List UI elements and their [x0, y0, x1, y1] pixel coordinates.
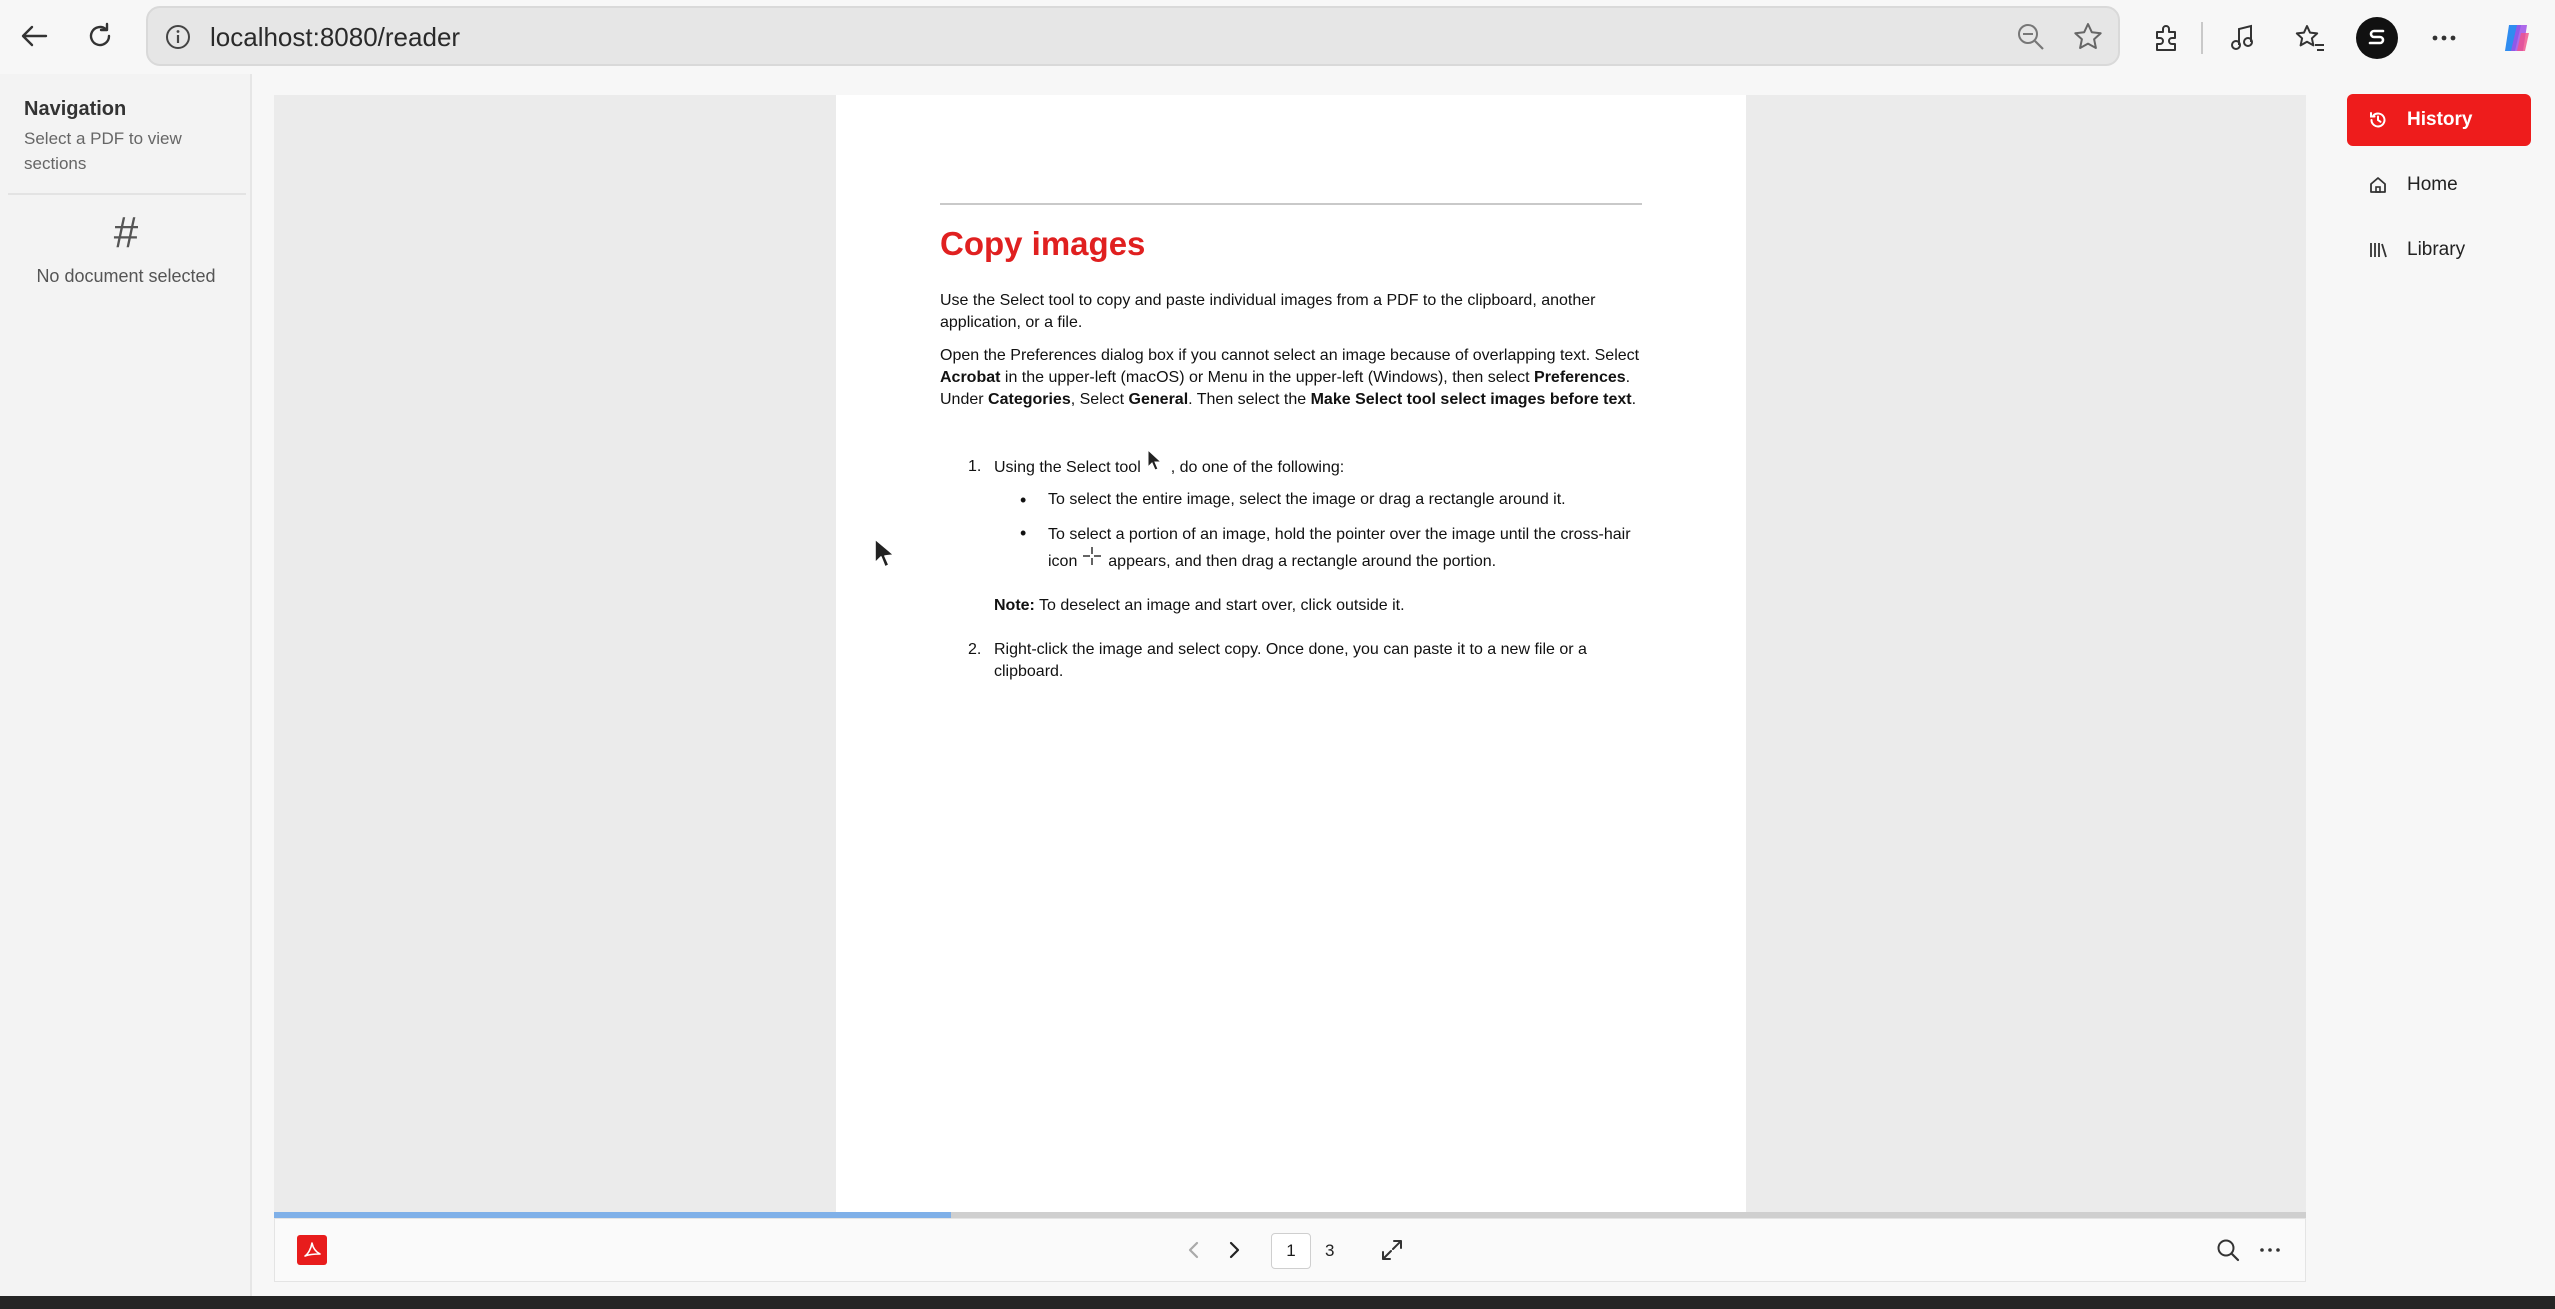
- home-icon: [2367, 174, 2389, 196]
- step-1-text-b: , do one of the following:: [1170, 459, 1345, 476]
- history-icon: [2367, 109, 2389, 131]
- step-1-number: 1.: [968, 458, 982, 475]
- search-icon[interactable]: [2215, 1237, 2241, 1268]
- zoom-out-icon[interactable]: [2016, 22, 2046, 57]
- profile-logo-icon: [2368, 29, 2385, 45]
- note: Note: To deselect an image and start ove…: [994, 595, 1405, 617]
- document-heading: Copy images: [940, 225, 1146, 262]
- para2-text-c: in the upper-left (macOS) or Menu in the…: [1000, 369, 1535, 386]
- para2-text-i: . Then select the: [1188, 391, 1311, 408]
- no-document-message: No document selected: [36, 266, 216, 286]
- profile-avatar[interactable]: [2356, 17, 2398, 59]
- site-info-icon[interactable]: [164, 23, 192, 56]
- current-page-input[interactable]: 1: [1271, 1233, 1311, 1269]
- para2-text-g: , Select: [1070, 391, 1129, 408]
- bullet-2-dot: •: [1020, 523, 1027, 543]
- step-1-text: Using the Select tool , do one of the fol…: [994, 448, 1345, 479]
- step-1-text-a: Using the Select tool: [994, 459, 1141, 476]
- note-text: To deselect an image and start over, cli…: [1034, 597, 1405, 614]
- history-label: History: [2407, 109, 2473, 130]
- total-pages: 3: [1325, 1241, 1335, 1260]
- mouse-cursor-icon: [874, 538, 895, 568]
- paragraph-preferences: Open the Preferences dialog box if you c…: [940, 345, 1642, 411]
- back-arrow-icon: [21, 25, 48, 47]
- library-button[interactable]: Library: [2347, 224, 2531, 276]
- navigation-title: Navigation: [24, 98, 127, 120]
- navigation-divider: [8, 193, 246, 195]
- library-icon: [2367, 239, 2389, 261]
- extensions-icon[interactable]: [2146, 18, 2186, 58]
- bullet-1-text: To select the entire image, select the i…: [1048, 491, 1566, 508]
- copilot-icon[interactable]: [2496, 18, 2536, 58]
- bullet-2-text: To select a portion of an image, hold th…: [1048, 521, 1642, 575]
- favorite-star-icon[interactable]: [2072, 21, 2104, 58]
- step-2-number: 2.: [968, 641, 982, 658]
- pdf-logo-icon: [297, 1235, 327, 1265]
- library-label: Library: [2407, 239, 2466, 260]
- navigation-subtitle: Select a PDF to view sections: [24, 129, 182, 173]
- pdf-page[interactable]: Copy images Use the Select tool to copy …: [836, 95, 1746, 1212]
- favorites-icon[interactable]: [2290, 18, 2330, 58]
- reader-toolbar: 1 3: [274, 1218, 2306, 1282]
- previous-page-icon[interactable]: [1181, 1237, 1207, 1268]
- history-button[interactable]: History: [2347, 94, 2531, 146]
- step-2-text: Right-click the image and select copy. O…: [994, 641, 1587, 680]
- reload-icon: [89, 22, 111, 47]
- hash-icon: #: [113, 208, 139, 257]
- more-menu-icon[interactable]: [2424, 18, 2464, 58]
- browser-toolbar: localhost:8080/reader: [0, 0, 2555, 74]
- cross-hair-icon: [1082, 547, 1104, 566]
- para2-categories: Categories: [988, 391, 1071, 408]
- paragraph-intro: Use the Select tool to copy and paste in…: [940, 292, 1596, 331]
- back-button[interactable]: [12, 14, 56, 58]
- home-label: Home: [2407, 174, 2458, 195]
- bullet-2-text-b: appears, and then drag a rectangle aroun…: [1108, 553, 1497, 570]
- page-rule: [940, 203, 1642, 205]
- para2-acrobat: Acrobat: [940, 369, 1001, 386]
- next-page-icon[interactable]: [1221, 1237, 1247, 1268]
- fullscreen-icon[interactable]: [1379, 1237, 1405, 1268]
- taskbar-edge: [0, 1296, 2555, 1309]
- para2-preferences: Preferences: [1534, 369, 1626, 386]
- select-tool-icon: [1141, 448, 1171, 472]
- para2-general: General: [1128, 391, 1189, 408]
- right-sidebar: History Home Library: [2325, 74, 2555, 1296]
- bullet-1-dot: •: [1020, 490, 1027, 510]
- navigation-panel: Navigation Select a PDF to view sections…: [0, 74, 252, 1296]
- address-bar[interactable]: localhost:8080/reader: [146, 6, 2120, 66]
- para2-text-a: Open the Preferences dialog box if you c…: [940, 347, 1640, 364]
- reload-button[interactable]: [78, 14, 122, 58]
- pdf-viewer[interactable]: Copy images Use the Select tool to copy …: [274, 95, 2306, 1212]
- para2-text-k: .: [1631, 391, 1637, 408]
- note-label: Note:: [994, 597, 1035, 614]
- more-options-icon[interactable]: [2257, 1237, 2283, 1268]
- media-control-icon[interactable]: [2222, 18, 2262, 58]
- para2-make-select: Make Select tool select images before te…: [1310, 391, 1632, 408]
- url-text[interactable]: localhost:8080/reader: [210, 22, 460, 53]
- toolbar-divider: [2201, 22, 2203, 54]
- home-button[interactable]: Home: [2347, 159, 2531, 211]
